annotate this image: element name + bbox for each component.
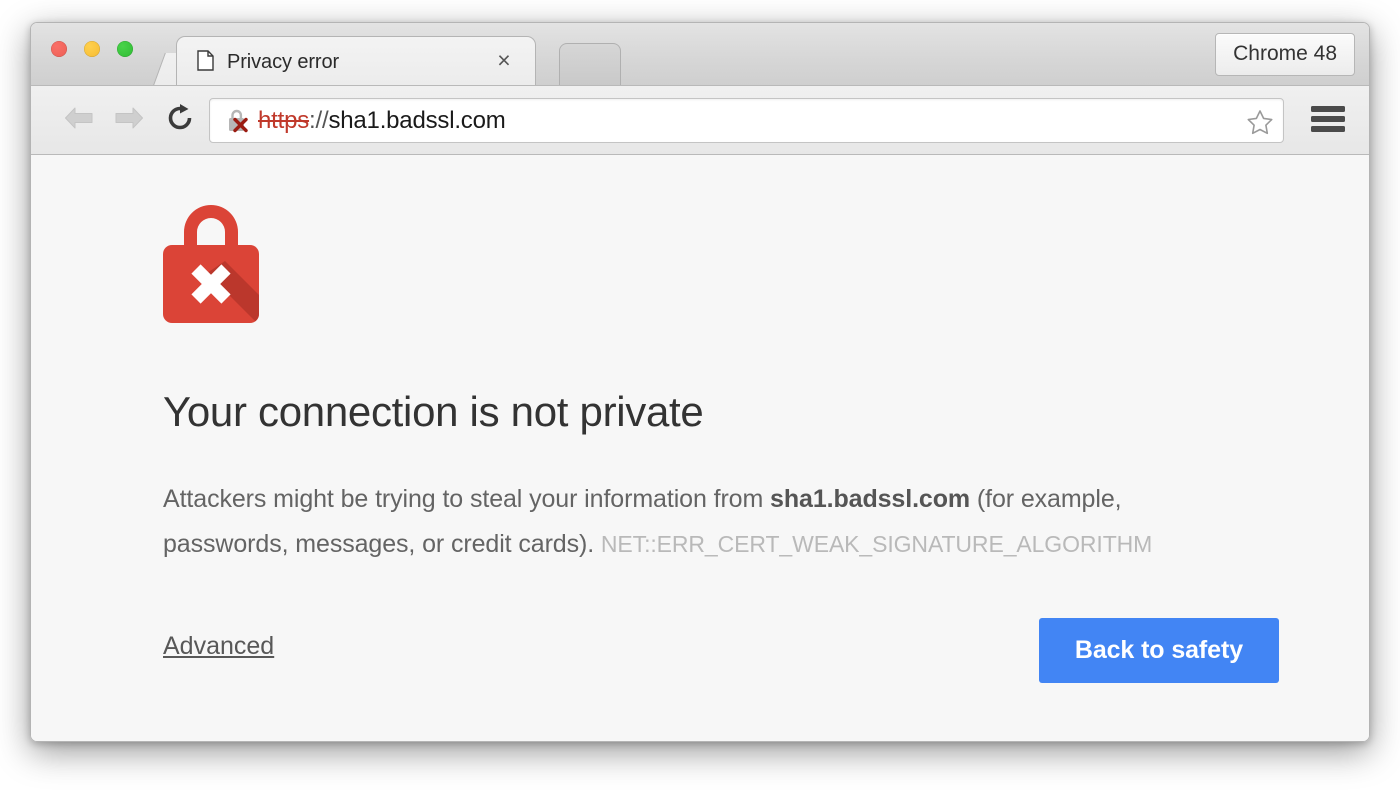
broken-lock-icon[interactable] [226,108,250,134]
reload-arrow-icon [165,103,195,138]
url-text: https://sha1.badssl.com [258,107,506,135]
page-title: Your connection is not private [163,388,704,435]
version-badge: Chrome 48 [1215,33,1355,76]
browser-toolbar: https://sha1.badssl.com [31,86,1369,155]
browser-window: Privacy error × Chrome 48 https://sha1.b… [30,22,1370,742]
url-separator: :// [309,106,329,134]
error-description: Attackers might be trying to steal your … [163,477,1223,566]
back-arrow-icon [62,105,96,136]
zoom-window-button[interactable] [117,41,133,57]
menu-button[interactable] [1311,106,1345,132]
back-to-safety-button[interactable]: Back to safety [1038,618,1279,684]
forward-button[interactable] [111,102,147,138]
hamburger-icon-line [1311,116,1345,122]
url-scheme: https [258,106,310,134]
reload-button[interactable] [162,102,198,138]
error-code: NET::ERR_CERT_WEAK_SIGNATURE_ALGORITHM [600,530,1153,557]
hamburger-icon-line [1311,126,1345,132]
address-bar[interactable]: https://sha1.badssl.com [209,98,1284,143]
tab-strip: Privacy error × Chrome 48 [31,23,1369,86]
bookmark-star-icon[interactable] [1245,107,1275,137]
hamburger-icon-line [1311,106,1345,112]
window-controls [51,41,133,57]
back-button[interactable] [61,102,97,138]
advanced-link[interactable]: Advanced [163,632,274,661]
url-host: sha1.badssl.com [328,106,506,134]
tab-title: Privacy error [227,51,340,73]
page-icon [197,50,214,71]
desktop-backdrop: Privacy error × Chrome 48 https://sha1.b… [0,0,1400,802]
broken-lock-illustration-icon [163,201,259,323]
tab-inactive[interactable] [559,43,621,85]
close-window-button[interactable] [51,41,67,57]
close-icon[interactable]: × [493,47,515,73]
forward-arrow-icon [112,105,146,136]
error-host: sha1.badssl.com [770,485,971,514]
ssl-interstitial: Your connection is not private Attackers… [163,201,1279,684]
error-description-part1: Attackers might be trying to steal your … [163,485,771,514]
page-viewport: Your connection is not private Attackers… [31,155,1369,741]
minimize-window-button[interactable] [84,41,100,57]
tab-privacy-error[interactable]: Privacy error × [176,36,536,85]
interstitial-actions: Advanced Back to safety [163,618,1279,684]
